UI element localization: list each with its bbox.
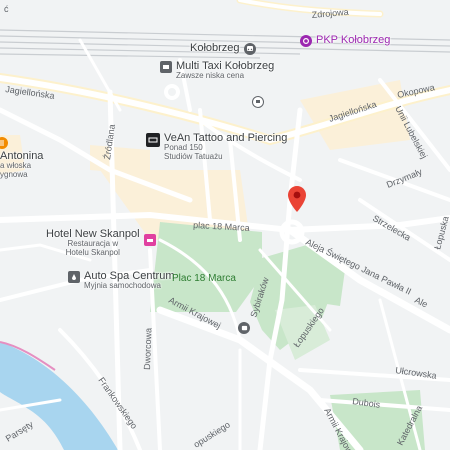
place-label-plac-18-marca: Plac 18 Marca [172, 273, 236, 284]
poi-taxi[interactable]: Multi Taxi Kołobrzeg Zawsze niska cena [160, 60, 274, 81]
location-pin-icon[interactable] [288, 186, 306, 212]
poi-tattoo[interactable]: VeAn Tattoo and Piercing Ponad 150 Studi… [146, 132, 287, 162]
street-label-lopuskiego-bottom: opuskiego [192, 419, 232, 449]
bus-stop-icon[interactable] [238, 322, 250, 334]
poi-subtitle-2: Studiów Tatuażu [164, 151, 223, 161]
poi-name: PKP Kołobrzeg [316, 34, 391, 46]
poi-pkp[interactable]: PKP Kołobrzeg [300, 34, 390, 47]
pkp-icon [300, 35, 312, 47]
poi-autospa[interactable]: Auto Spa Centrum Myjnia samochodowa [68, 270, 175, 291]
street-label-bulwar: ć [4, 4, 9, 14]
train-station-icon [243, 43, 256, 55]
car-wash-icon [68, 271, 80, 283]
hotel-icon [143, 234, 156, 246]
restaurant-icon [0, 137, 8, 149]
map-canvas[interactable]: Zdrojowa Jagiellońska Jagiellońska Okopo… [0, 0, 450, 450]
street-label-dworcowa: Dworcowa [142, 328, 153, 370]
tattoo-icon [146, 133, 160, 147]
street-label-zdrojowa: Zdrojowa [311, 7, 349, 20]
poi-subtitle: Zawsze niska cena [176, 71, 245, 81]
poi-name: Kołobrzeg [190, 42, 240, 54]
poi-hotel[interactable]: Hotel New Skanpol Restauracja w Hotelu S… [46, 228, 156, 258]
train-icon[interactable] [252, 96, 264, 108]
street-label-parsety: Parsęty [4, 419, 36, 444]
poi-antonina[interactable]: Antonina a włoska ygnowa [0, 136, 43, 180]
taxi-icon [160, 61, 172, 73]
poi-kolobrzeg-station[interactable]: Kołobrzeg [190, 42, 256, 55]
poi-subtitle: Myjnia samochodowa [84, 281, 161, 291]
poi-subtitle-2: ygnowa [0, 169, 28, 179]
poi-subtitle-2: Hotelu Skanpol [65, 247, 120, 257]
